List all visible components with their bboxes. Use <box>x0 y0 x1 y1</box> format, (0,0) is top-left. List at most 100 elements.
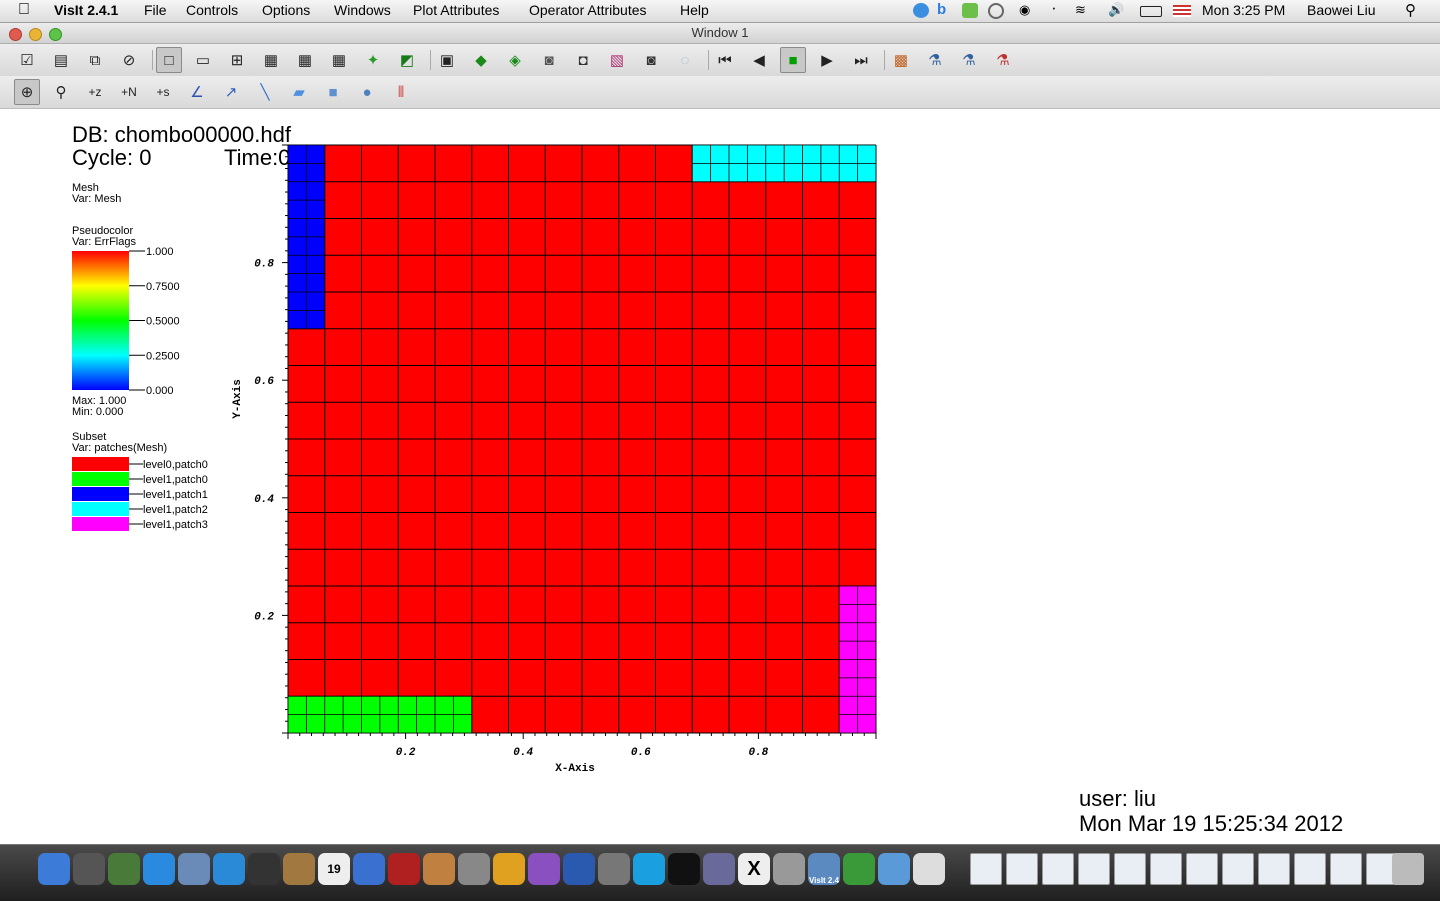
evernote-icon[interactable] <box>962 3 978 18</box>
minimized-window[interactable] <box>1114 853 1146 885</box>
minimized-window[interactable] <box>1258 853 1290 885</box>
apple-menu-icon[interactable]:  <box>18 1 30 19</box>
stop-icon[interactable]: ■ <box>780 47 806 73</box>
app-menu[interactable]: VisIt 2.4.1 <box>54 2 118 18</box>
calendar-icon[interactable]: 19 <box>318 853 350 885</box>
lock-time-icon[interactable]: ◩ <box>394 47 420 73</box>
system-prefs-icon[interactable] <box>458 853 490 885</box>
lineout-icon[interactable]: ◙ <box>638 47 664 73</box>
rocket-icon[interactable] <box>73 853 105 885</box>
annotations-icon[interactable]: ⚗ <box>990 47 1016 73</box>
minimized-window[interactable] <box>1078 853 1110 885</box>
minimized-window[interactable] <box>1330 853 1362 885</box>
document-icon[interactable] <box>913 853 945 885</box>
flag-us-icon[interactable] <box>1173 5 1191 17</box>
lineout-n-icon[interactable]: +N <box>116 79 142 105</box>
minimized-window[interactable] <box>970 853 1002 885</box>
minimized-window[interactable] <box>1222 853 1254 885</box>
menu-help[interactable]: Help <box>680 2 709 18</box>
menu-windows[interactable]: Windows <box>334 2 391 18</box>
menu-controls[interactable]: Controls <box>186 2 238 18</box>
visit-icon[interactable]: VisIt 2.4 <box>808 853 840 885</box>
minimize-window-button[interactable] <box>29 28 42 41</box>
volume-icon[interactable]: 🔊 <box>1108 2 1124 17</box>
wifi-icon[interactable]: ≋ <box>1075 2 1091 17</box>
menu-file[interactable]: File <box>144 2 167 18</box>
pick-icon[interactable]: ▧ <box>604 47 630 73</box>
folder-icon[interactable] <box>878 853 910 885</box>
preview-icon[interactable] <box>108 853 140 885</box>
lineout-z-icon[interactable]: +z <box>82 79 108 105</box>
bluetooth-icon[interactable]: ᛫ <box>1050 2 1066 17</box>
reset-icon[interactable]: ◌ <box>672 47 698 73</box>
app-store-icon[interactable] <box>143 853 175 885</box>
preview2-icon[interactable] <box>703 853 735 885</box>
iphoto-icon[interactable] <box>423 853 455 885</box>
facetime-icon[interactable] <box>248 853 280 885</box>
itunes-icon[interactable] <box>353 853 385 885</box>
emacs-icon[interactable] <box>528 853 560 885</box>
x11-icon[interactable]: X <box>738 853 770 885</box>
finder-icon[interactable] <box>38 853 70 885</box>
copy-window-icon[interactable]: ⧉ <box>82 47 108 73</box>
minimized-window[interactable] <box>1150 853 1182 885</box>
first-frame-icon[interactable]: ⏮ <box>712 47 738 73</box>
axis-restrict-icon[interactable]: ⫴ <box>388 79 414 105</box>
trash-icon[interactable] <box>1392 853 1424 885</box>
layout-2x4-icon[interactable]: ▦ <box>292 47 318 73</box>
layout-3x3-icon[interactable]: ▦ <box>326 47 352 73</box>
spotlight-icon[interactable]: ⚲ <box>1405 1 1421 19</box>
menu-clock[interactable]: Mon 3:25 PM <box>1202 2 1285 18</box>
box-tool-icon[interactable]: ■ <box>320 79 346 105</box>
camera-icon[interactable]: ◙ <box>536 47 562 73</box>
photos-icon[interactable] <box>178 853 210 885</box>
clear-icon[interactable]: ☑ <box>14 47 40 73</box>
prev-frame-icon[interactable]: ◀ <box>746 47 772 73</box>
plane-tool-icon[interactable]: ▰ <box>286 79 312 105</box>
safari-icon[interactable] <box>213 853 245 885</box>
battery-icon[interactable] <box>1140 6 1162 17</box>
menu-user[interactable]: Baowei Liu <box>1307 2 1376 18</box>
b-icon[interactable]: b <box>937 1 953 18</box>
close-window-button[interactable] <box>9 28 22 41</box>
rotate-icon[interactable]: ◆ <box>468 47 494 73</box>
binoculars-icon[interactable]: ◉ <box>1019 2 1035 17</box>
plot-canvas[interactable]: DB: chombo00000.hdf Cycle: 0 Time:0 Mesh… <box>0 109 1440 844</box>
zoom-window-button[interactable] <box>49 28 62 41</box>
dropbox-icon[interactable] <box>913 3 929 18</box>
spin-icon[interactable]: ◈ <box>502 47 528 73</box>
word-icon[interactable] <box>563 853 595 885</box>
layout-1x2-icon[interactable]: ▭ <box>190 47 216 73</box>
save-image-icon[interactable]: ◘ <box>570 47 596 73</box>
next-frame-icon[interactable]: ⏭ <box>848 47 874 73</box>
menu-operator-attributes[interactable]: Operator Attributes <box>529 2 647 18</box>
chrome-icon[interactable] <box>493 853 525 885</box>
lineout-s-icon[interactable]: +s <box>150 79 176 105</box>
zoom-icon[interactable]: ⚲ <box>48 79 74 105</box>
curve-icon[interactable]: ∠ <box>184 79 210 105</box>
layout-1x1-icon[interactable]: □ <box>156 47 182 73</box>
chrome2-icon[interactable] <box>843 853 875 885</box>
minimized-window[interactable] <box>1006 853 1038 885</box>
minimized-window[interactable] <box>1186 853 1218 885</box>
play-icon[interactable]: ▶ <box>814 47 840 73</box>
visualization-window[interactable]: DB: chombo00000.hdf Cycle: 0 Time:0 Mesh… <box>0 109 1440 844</box>
query-icon[interactable]: ⚗ <box>922 47 948 73</box>
navigate-icon[interactable]: ⊕ <box>14 79 40 105</box>
close-window-icon[interactable]: ⊘ <box>116 47 142 73</box>
minimized-window[interactable] <box>1042 853 1074 885</box>
skype-icon[interactable] <box>633 853 665 885</box>
open-icon[interactable]: ▤ <box>48 47 74 73</box>
expressions-icon[interactable]: ▩ <box>888 47 914 73</box>
photo-booth-icon[interactable] <box>388 853 420 885</box>
contacts-icon[interactable] <box>283 853 315 885</box>
time-machine-icon[interactable] <box>988 3 1004 19</box>
minimized-window[interactable] <box>1294 853 1326 885</box>
3d-view-icon[interactable]: ▣ <box>434 47 460 73</box>
menu-plot-attributes[interactable]: Plot Attributes <box>413 2 499 18</box>
sphere-tool-icon[interactable]: ● <box>354 79 380 105</box>
layout-2x3-icon[interactable]: ▦ <box>258 47 284 73</box>
menu-options[interactable]: Options <box>262 2 310 18</box>
lighting-icon[interactable]: ⚗ <box>956 47 982 73</box>
line-tool-icon[interactable]: ╲ <box>252 79 278 105</box>
